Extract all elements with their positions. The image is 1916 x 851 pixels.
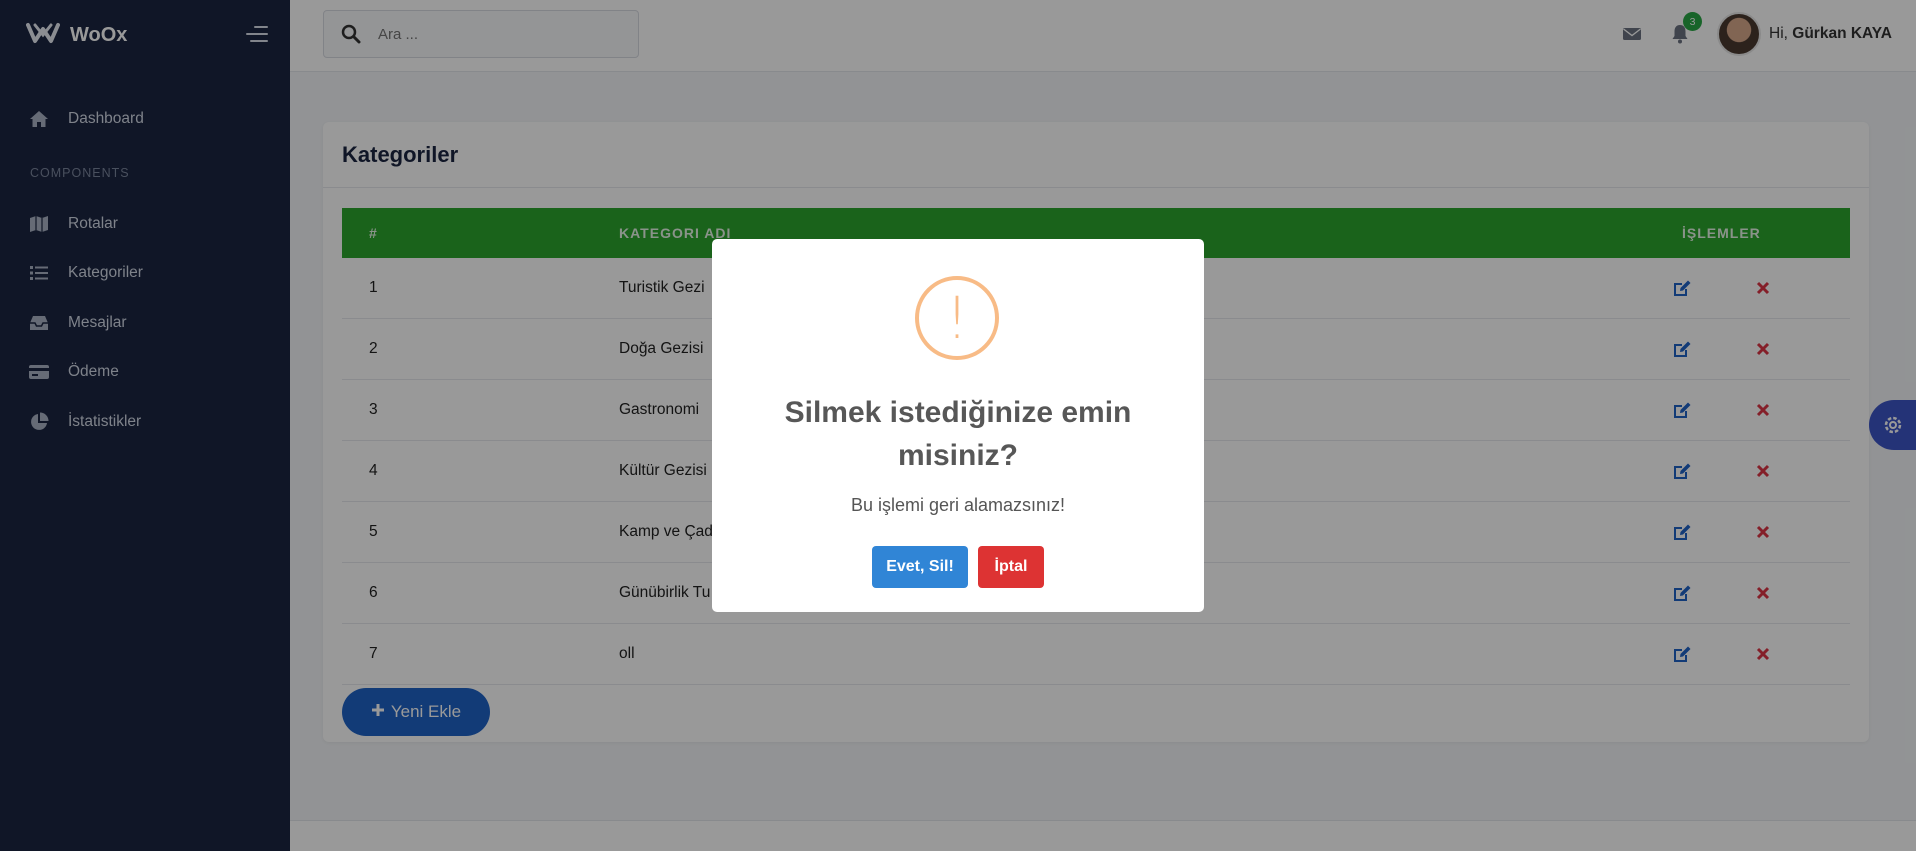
- dialog-text: Bu işlemi geri alamazsınız!: [850, 495, 1066, 515]
- dialog-title: Silmek istediğinize emin misiniz?: [784, 396, 1132, 472]
- confirm-delete-dialog: ! Silmek istediğinize emin misiniz? Bu i…: [712, 239, 1204, 612]
- confirm-delete-button[interactable]: Evet, Sil!: [872, 546, 968, 588]
- cancel-button[interactable]: İptal: [978, 546, 1044, 588]
- warning-icon: !: [915, 276, 999, 360]
